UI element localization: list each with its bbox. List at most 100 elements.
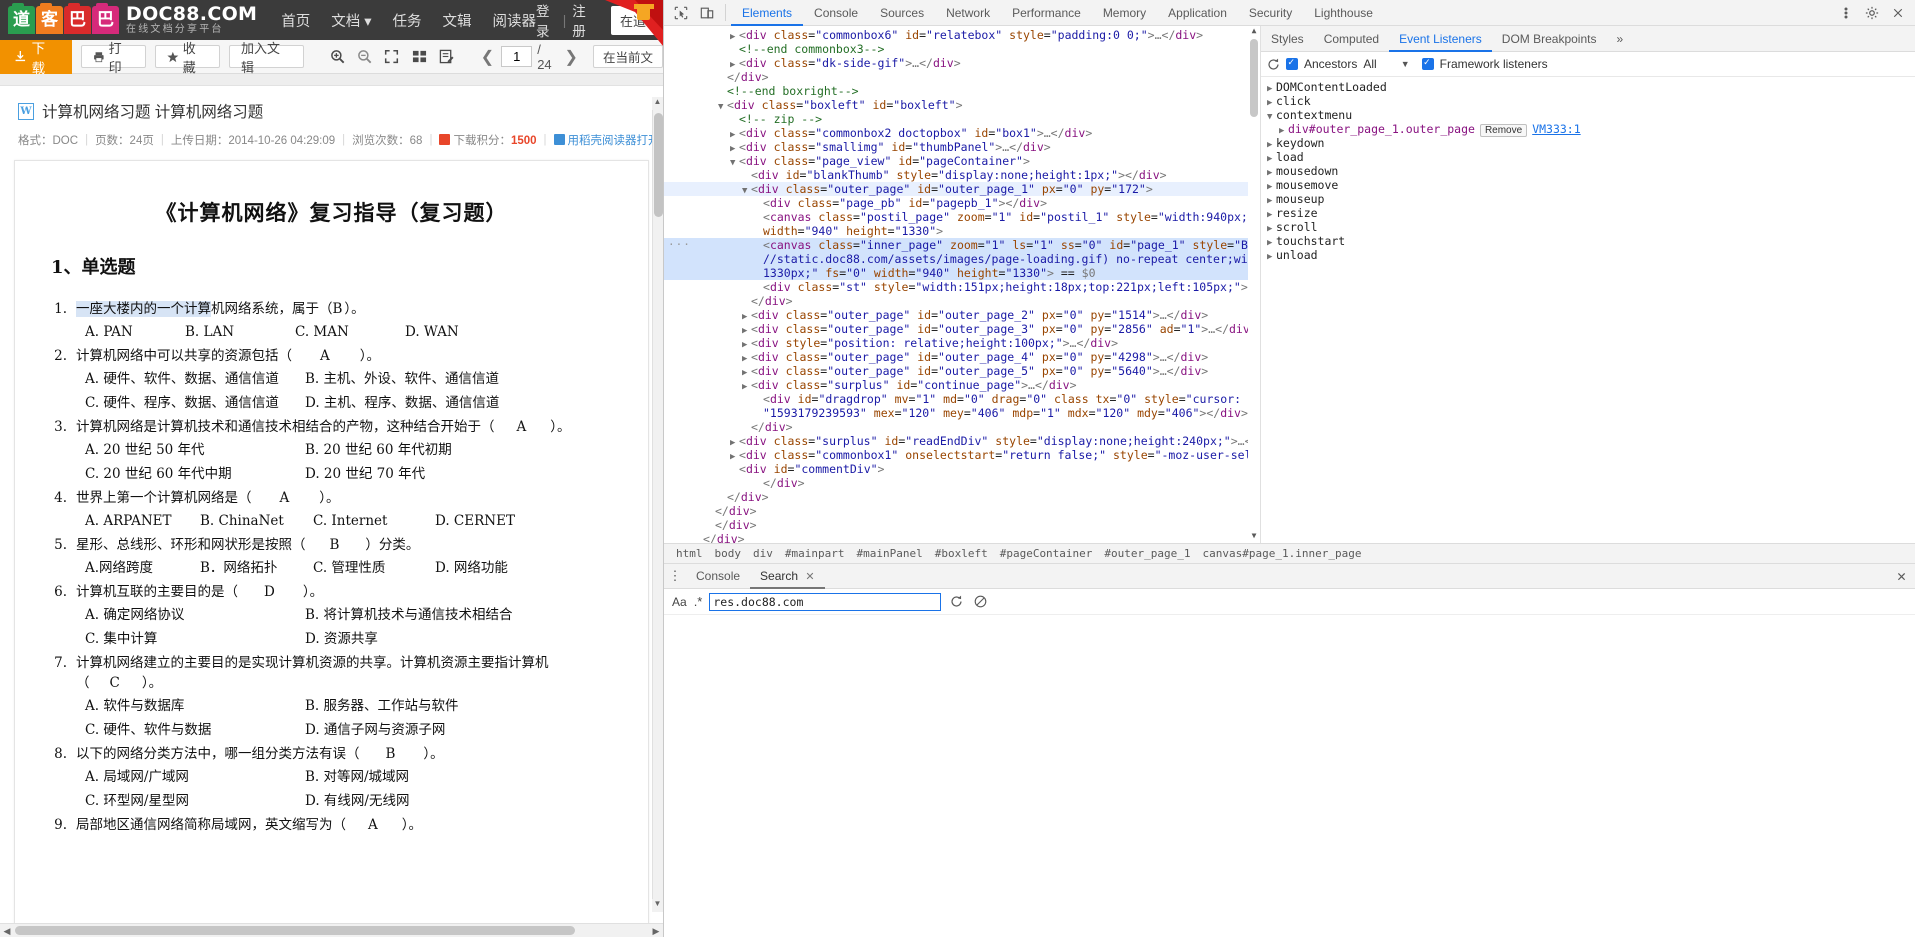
settings-button[interactable] (1859, 1, 1885, 25)
breadcrumb-item-pagecontainer[interactable]: #pageContainer (994, 547, 1099, 560)
framework-listeners-checkbox[interactable] (1421, 57, 1434, 70)
prev-page-button[interactable]: ❮ (474, 47, 501, 67)
event-listener-row[interactable]: ▶ load (1261, 150, 1915, 164)
dom-node-row[interactable]: ▶ <div class="outer_page" id="outer_page_… (664, 350, 1260, 364)
dom-node-row[interactable]: <!--end commonbox3--> (664, 42, 1260, 56)
remove-listener-button[interactable]: Remove (1479, 124, 1528, 137)
drawer-tab-search[interactable]: Search ✕ (750, 564, 825, 589)
event-listener-row[interactable]: ▶ click (1261, 94, 1915, 108)
fullscreen-button[interactable] (378, 45, 405, 69)
vertical-scroll-thumb[interactable] (654, 113, 663, 217)
breadcrumb-item-mainpart[interactable]: #mainpart (779, 547, 851, 560)
close-drawer-button[interactable]: ✕ (1897, 567, 1906, 585)
dom-node-row[interactable]: ▶ <div class="surplus" id="continue_page"… (664, 378, 1260, 392)
scroll-up-arrow[interactable]: ▲ (652, 97, 663, 110)
dom-node-row[interactable]: //static.doc88.com/assets/images/page-lo… (664, 252, 1260, 266)
close-icon[interactable]: ✕ (805, 571, 814, 583)
breadcrumb-item-mainpanel[interactable]: #mainPanel (850, 547, 928, 560)
dom-node-row[interactable]: ▶ <div class="commonbox6" id="relatebox" … (664, 28, 1260, 42)
tab-security[interactable]: Security (1238, 0, 1303, 26)
tab-lighthouse[interactable]: Lighthouse (1303, 0, 1384, 26)
dom-node-row[interactable]: </div> (664, 70, 1260, 84)
tab-event-listeners[interactable]: Event Listeners (1389, 26, 1492, 52)
nav-item-home[interactable]: 首页 (281, 10, 310, 31)
breadcrumb-item-body[interactable]: body (709, 547, 748, 560)
sidebar-overflow-button[interactable]: » (1606, 26, 1633, 52)
dom-node-row[interactable]: ▶ <div style="position: relative;height:1… (664, 336, 1260, 350)
zoom-in-button[interactable] (323, 45, 350, 69)
dom-node-row[interactable]: <div id="blankThumb" style="display:none… (664, 168, 1260, 182)
breadcrumb-item-html[interactable]: html (670, 547, 709, 560)
dom-node-row[interactable]: "1593179239593" mex="120" mey="406" mdp=… (664, 406, 1260, 420)
nav-item-tasks[interactable]: 任务 (393, 10, 422, 31)
event-listeners-list[interactable]: ▶ DOMContentLoaded ▶ click ▼ contextmenu ▶ div#… (1261, 77, 1915, 543)
dom-node-row[interactable]: ▶ <div class="commonbox1" onselectstart="… (664, 448, 1260, 462)
thumbnail-button[interactable] (405, 45, 432, 69)
use-regex-button[interactable]: .* (694, 594, 703, 609)
tab-performance[interactable]: Performance (1001, 0, 1092, 26)
tab-sources[interactable]: Sources (869, 0, 935, 26)
search-results-area[interactable] (664, 615, 1915, 937)
ancestors-checkbox[interactable] (1286, 57, 1298, 70)
dom-node-row[interactable]: </div> (664, 518, 1260, 532)
more-options-button[interactable] (1833, 1, 1859, 25)
dom-node-row[interactable]: ▶ <div class="commonbox2 doctopbox" id="b… (664, 126, 1260, 140)
event-listener-row[interactable]: ▶ mousedown (1261, 164, 1915, 178)
dom-node-row[interactable]: </div> (664, 476, 1260, 490)
download-button[interactable]: 下载 (0, 39, 72, 76)
print-button[interactable]: 打印 (80, 41, 146, 75)
tab-network[interactable]: Network (935, 0, 1001, 26)
event-listener-row[interactable]: ▼ contextmenu (1261, 108, 1915, 122)
device-toolbar-button[interactable] (694, 1, 720, 25)
dom-node-row[interactable]: <!--end boxright--> (664, 84, 1260, 98)
dom-scroll-thumb[interactable] (1250, 39, 1258, 117)
scroll-up-arrow[interactable]: ▲ (1249, 26, 1259, 38)
site-logo[interactable]: 道 客 巴 巴 (8, 3, 119, 34)
breadcrumb-item-inner-page[interactable]: canvas#page_1.inner_page (1197, 547, 1368, 560)
event-listener-row[interactable]: ▶ scroll (1261, 220, 1915, 234)
nav-item-reader[interactable]: 阅读器 (493, 10, 537, 31)
dom-node-row[interactable]: ▶ <div class="outer_page" id="outer_page_… (664, 308, 1260, 322)
event-listener-row[interactable]: ▶ keydown (1261, 136, 1915, 150)
note-button[interactable] (433, 45, 460, 69)
page-input[interactable] (501, 46, 533, 67)
tab-memory[interactable]: Memory (1092, 0, 1157, 26)
dom-node-row[interactable]: <!-- zip --> (664, 112, 1260, 126)
search-input[interactable] (709, 592, 942, 611)
dom-node-row[interactable]: ▶ <div class="dk-side-gif">…</div> (664, 56, 1260, 70)
dom-node-row[interactable]: </div> (664, 294, 1260, 308)
dom-node-row[interactable]: ▼ <div class="page_view" id="pageContaine… (664, 154, 1260, 168)
dom-tree[interactable]: ▶ <div class="commonbox6" id="relatebox" … (664, 26, 1260, 543)
tab-elements[interactable]: Elements (731, 0, 804, 26)
event-listener-row[interactable]: ▶ resize (1261, 206, 1915, 220)
dom-tree-scrollbar[interactable]: ▲ ▼ (1248, 26, 1260, 544)
tab-styles[interactable]: Styles (1261, 26, 1314, 52)
drawer-tab-console[interactable]: Console (686, 564, 750, 589)
login-link[interactable]: 登录 (536, 0, 557, 40)
dom-node-row[interactable]: ▶ <div class="outer_page" id="outer_page_… (664, 364, 1260, 378)
horizontal-scroll-thumb[interactable] (15, 926, 575, 935)
nav-promo-pill[interactable]: 在道客巴 (611, 5, 663, 35)
dom-node-row[interactable]: 1330px;" fs="0" width="940" height="1330… (664, 266, 1260, 280)
search-clear-button[interactable] (972, 593, 989, 610)
chevron-down-icon[interactable]: ▼ (1401, 59, 1410, 69)
dom-node-row[interactable]: ▼ <div class="boxleft" id="boxleft"> (664, 98, 1260, 112)
refresh-listeners-button[interactable] (1267, 58, 1280, 71)
dom-node-row[interactable]: width="940" height="1330"> (664, 224, 1260, 238)
listener-source-link[interactable]: VM333:1 (1532, 122, 1580, 136)
expand-triangle-icon[interactable]: ▶ (1267, 250, 1276, 264)
dom-node-row[interactable]: <div id="commentDiv"> (664, 462, 1260, 476)
favorite-button[interactable]: 收藏 (155, 41, 221, 75)
meta-reader[interactable]: 用稻壳阅读器打开 (553, 132, 660, 148)
breadcrumb-item-outer-page-1[interactable]: #outer_page_1 (1098, 547, 1196, 560)
nav-item-collections[interactable]: 文辑 (443, 10, 472, 31)
scroll-right-arrow[interactable]: ▶ (649, 924, 663, 937)
scroll-down-arrow[interactable]: ▼ (652, 899, 663, 912)
filter-all-label[interactable]: All (1363, 57, 1376, 71)
search-refresh-button[interactable] (948, 593, 965, 610)
breadcrumb-item-div[interactable]: div (747, 547, 779, 560)
add-to-collection-button[interactable]: 加入文辑 (229, 41, 304, 75)
event-listener-row[interactable]: ▶ mousemove (1261, 178, 1915, 192)
dom-node-row[interactable]: </div> (664, 532, 1260, 543)
dom-tree-pane[interactable]: ▶ <div class="commonbox6" id="relatebox" … (664, 26, 1261, 544)
